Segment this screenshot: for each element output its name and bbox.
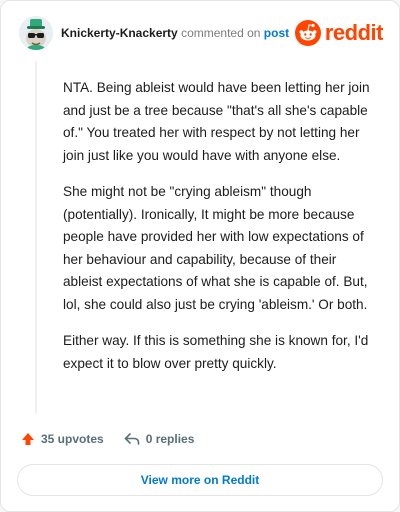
action-text: commented on bbox=[181, 26, 261, 40]
reply-arrow-icon bbox=[124, 433, 140, 445]
avatar-mascot-icon bbox=[19, 16, 53, 50]
comment-paragraph: Either way. If this is something she is … bbox=[63, 333, 369, 371]
embedded-comment-card: Knickerty-Knackerty commented on post re… bbox=[0, 0, 400, 512]
view-more-on-reddit-button[interactable]: View more on Reddit bbox=[17, 464, 383, 496]
avatar[interactable] bbox=[19, 16, 53, 50]
reddit-logo-icon bbox=[294, 20, 321, 46]
comment-paragraph: NTA. Being ableist would have been letti… bbox=[63, 80, 370, 163]
thread-line bbox=[35, 61, 37, 413]
post-link[interactable]: post bbox=[264, 26, 289, 40]
comment-paragraph: She might not be "crying ableism" though… bbox=[63, 184, 368, 312]
comment-meta: Knickerty-Knackerty commented on post bbox=[61, 26, 289, 40]
reddit-brand[interactable]: reddit bbox=[294, 20, 384, 46]
comment-body: NTA. Being ableist would have been letti… bbox=[63, 77, 379, 389]
upvote-button[interactable]: 35 upvotes bbox=[21, 432, 104, 446]
comment-actions: 35 upvotes 0 replies bbox=[21, 429, 383, 449]
reply-button[interactable]: 0 replies bbox=[124, 432, 195, 446]
upvote-count: 35 upvotes bbox=[41, 432, 104, 446]
reply-count: 0 replies bbox=[145, 432, 195, 446]
author-name[interactable]: Knickerty-Knackerty bbox=[61, 26, 178, 40]
upvote-arrow-icon bbox=[22, 433, 34, 445]
reddit-wordmark: reddit bbox=[324, 20, 384, 45]
comment-header: Knickerty-Knackerty commented on post re… bbox=[19, 15, 384, 51]
